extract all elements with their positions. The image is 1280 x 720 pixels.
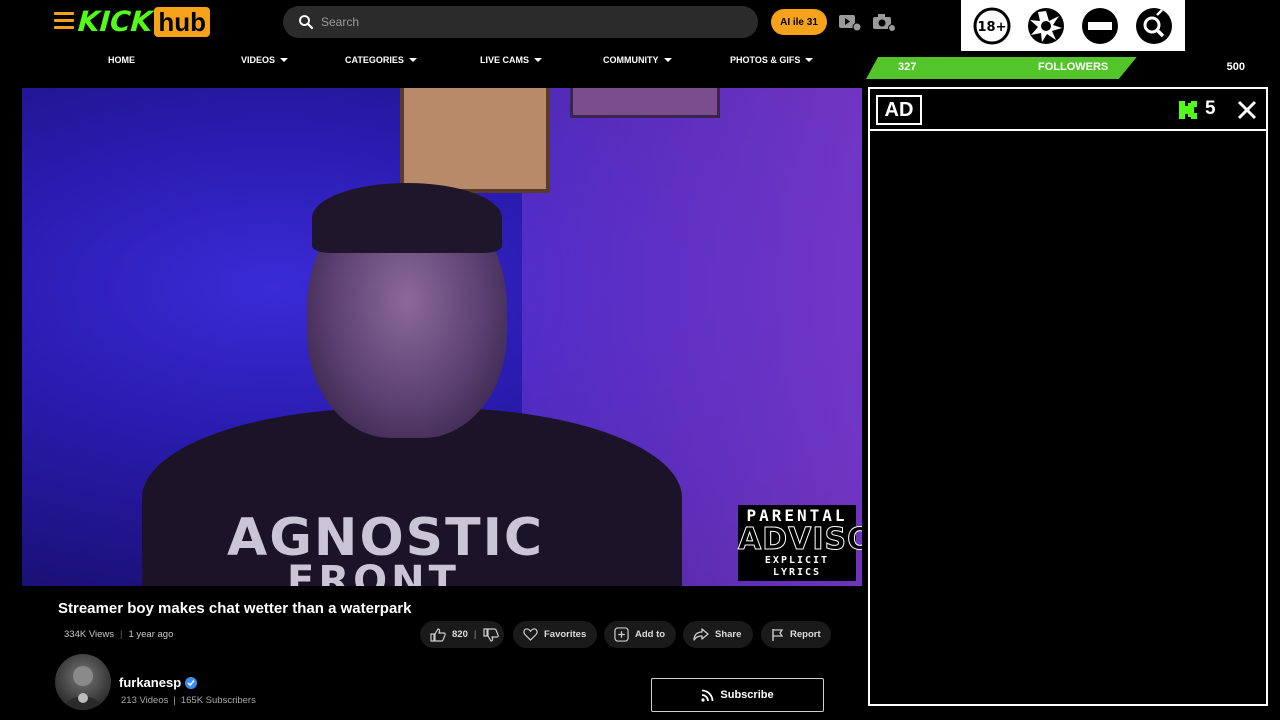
nav-categories[interactable]: CATEGORIES [345,55,417,65]
video-title: Streamer boy makes chat wetter than a wa… [58,600,412,617]
share-label: Share [715,629,742,640]
kick-logo-icon [1179,101,1197,119]
thumbs-down-icon[interactable] [482,627,499,642]
wall-picture-frame [400,88,550,193]
channel-name[interactable]: furkanesp [119,675,181,690]
nav-live-cams-label: LIVE CAMS [480,55,530,65]
no-entry-icon [1076,2,1124,50]
nav-videos[interactable]: VIDEOS [241,55,289,65]
heart-icon [523,628,538,641]
parental-advisory-label: PARENTAL ADVISORY EXPLICIT LYRICS [738,505,863,581]
ad-panel: AD 5 [868,87,1268,706]
channel-meta: 213 Videos | 165K Subscribers [121,695,256,706]
share-icon [693,628,709,641]
ad-header: AD 5 [870,89,1266,131]
add-to-label: Add to [635,629,666,640]
nav-community-label: COMMUNITY [603,55,659,65]
favorites-label: Favorites [544,629,587,640]
search-input[interactable] [321,15,721,29]
ad-label: AD [876,95,922,125]
nav-home-label: HOME [108,55,135,65]
nav-photos-gifs-label: PHOTOS & GIFS [730,55,801,65]
search-icon[interactable] [297,13,315,31]
logo-secondary-text: hub [154,7,211,37]
followers-current: 327 [898,61,917,73]
like-dislike-group: 820 | [420,621,504,648]
nav-categories-label: CATEGORIES [345,55,404,65]
followers-goal: 500 [1226,61,1245,73]
wall-picture-frame [570,88,720,118]
svg-text:18+: 18+ [978,20,1007,35]
18-plus-icon: 18+ [968,2,1016,50]
plus-icon [614,627,629,642]
photo-upload-icon[interactable] [872,12,896,32]
verified-icon [185,676,198,689]
explosion-icon [1022,2,1070,50]
nav-community[interactable]: COMMUNITY [603,55,672,65]
view-count: 334K Views [64,629,114,640]
chevron-down-icon [663,58,672,62]
badge-strip: 18+ [961,0,1185,51]
nav-home[interactable]: HOME [108,55,135,65]
channel-meta-separator: | [173,695,176,706]
channel-name-row[interactable]: furkanesp [119,675,198,690]
add-to-button[interactable]: Add to [604,621,676,648]
chevron-down-icon [280,58,289,62]
ad-countdown: 5 [1205,98,1216,119]
video-meta: 334K Views | 1 year ago [64,629,173,640]
channel-subscriber-count: 165K Subscribers [180,695,256,706]
video-upload-icon[interactable] [838,12,862,32]
top-header: KICK hub AI ile 31 18+ [0,0,1280,51]
shirt-print-line2: FRONT [287,558,460,586]
like-count: 820 [452,629,468,640]
ai-button[interactable]: AI ile 31 [771,9,827,35]
posted-time: 1 year ago [128,629,174,640]
subscribe-button[interactable]: Subscribe [651,678,824,712]
search-bar [283,6,758,38]
nav-live-cams[interactable]: LIVE CAMS [480,55,543,65]
logo-primary-text: KICK [76,5,154,38]
avatar[interactable] [55,654,111,710]
advisory-line2: ADVISORY [738,522,863,557]
streamer-headphones [312,183,502,253]
advisory-line3: EXPLICIT LYRICS [738,555,856,579]
site-logo[interactable]: KICK hub [76,5,211,38]
report-label: Report [790,629,821,640]
chevron-down-icon [408,58,417,62]
followers-label: FOLLOWERS [1038,61,1109,73]
channel-video-count: 213 Videos [121,695,169,706]
chevron-down-icon [534,58,543,62]
nav-photos-gifs[interactable]: PHOTOS & GIFS [730,55,814,65]
close-icon[interactable] [1236,99,1258,121]
subscribe-label: Subscribe [720,689,774,701]
nav-videos-label: VIDEOS [241,55,276,65]
favorites-button[interactable]: Favorites [513,621,597,648]
like-separator: | [473,629,477,640]
hamburger-menu-icon[interactable] [54,12,74,30]
meta-separator: | [120,629,123,640]
chevron-down-icon [805,58,814,62]
thumbs-up-icon[interactable] [430,627,446,642]
main-nav: HOME VIDEOS CATEGORIES LIVE CAMS COMMUNI… [0,44,866,78]
video-player[interactable]: AGNOSTIC FRONT PARENTAL ADVISORY EXPLICI… [22,88,862,586]
report-button[interactable]: Report [761,621,831,648]
share-button[interactable]: Share [683,621,753,648]
flag-icon [772,628,784,641]
gender-search-icon [1130,2,1178,50]
rss-icon [701,689,714,702]
followers-goal-bar: 327 FOLLOWERS 500 [866,57,1280,79]
